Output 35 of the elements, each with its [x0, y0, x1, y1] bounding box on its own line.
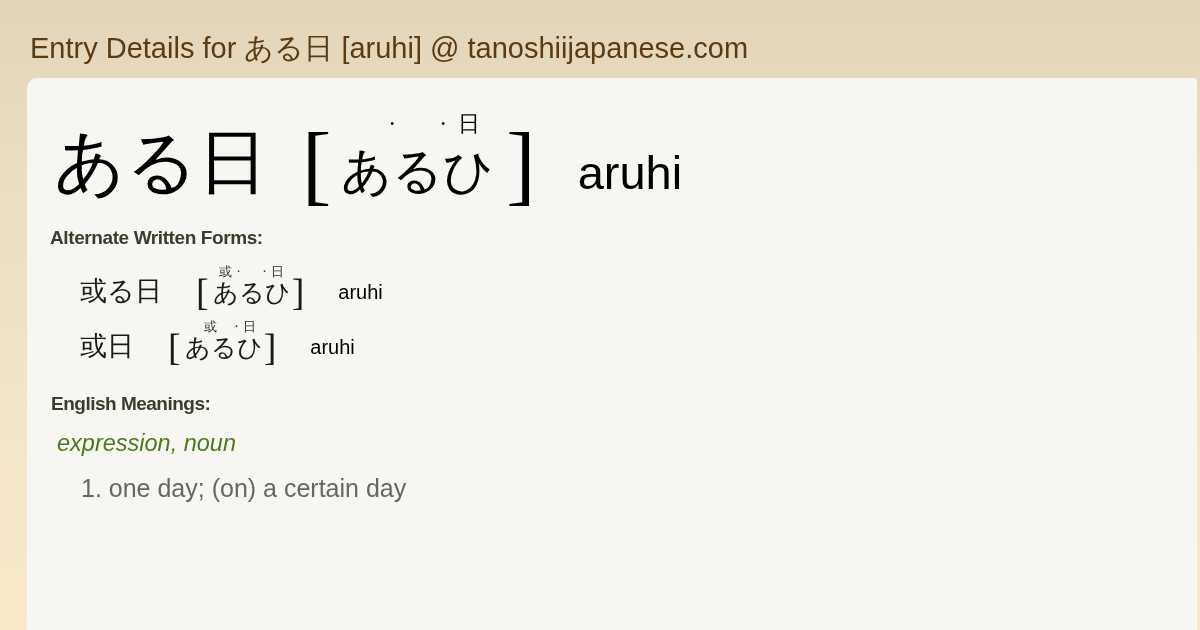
romaji-text: aruhi [338, 282, 383, 302]
reading-bracket: [ [196, 272, 209, 311]
reading-bracket: ] [506, 121, 536, 209]
reading-kana: ひ [264, 280, 291, 305]
romaji-text: aruhi [577, 149, 683, 196]
kanji-annotation: 日 [243, 320, 257, 333]
headword: 或る日 [80, 277, 162, 304]
kanji-annotation: 或 [219, 265, 233, 278]
separator-dot: · [439, 113, 447, 135]
reading-bracket: [ [302, 121, 332, 209]
reading-kana: る [392, 146, 444, 196]
separator-dot: · [236, 265, 241, 278]
page-title: Entry Details for ある日 [aruhi] @ tanoshiijapanese.com [30, 31, 749, 65]
reading-kana: あ [341, 146, 393, 196]
separator-dot: · [388, 113, 396, 135]
reading-kana: ひ [236, 335, 263, 360]
meaning-text: 1. one day; (on) a certain day [81, 473, 407, 503]
reading-bracket: [ [168, 327, 181, 366]
reading-kana: ある [184, 335, 237, 360]
section-heading: English Meanings: [51, 393, 211, 415]
section-heading: Alternate Written Forms: [50, 227, 263, 249]
kanji-annotation: 日 [457, 113, 480, 135]
reading-kana: る [238, 280, 265, 305]
headword: 或日 [80, 332, 134, 359]
kanji-annotation: 或 [204, 320, 218, 333]
reading-kana: ひ [443, 146, 495, 196]
separator-dot: · [234, 320, 239, 333]
kanji-annotation: 日 [271, 265, 285, 278]
part-of-speech: expression, noun [57, 429, 236, 457]
romaji-text: aruhi [310, 337, 355, 357]
reading-bracket: ] [291, 272, 305, 311]
reading-bracket: ] [263, 327, 277, 366]
reading-kana: あ [212, 280, 239, 305]
separator-dot: · [262, 265, 267, 278]
headword: ある日 [54, 127, 268, 197]
